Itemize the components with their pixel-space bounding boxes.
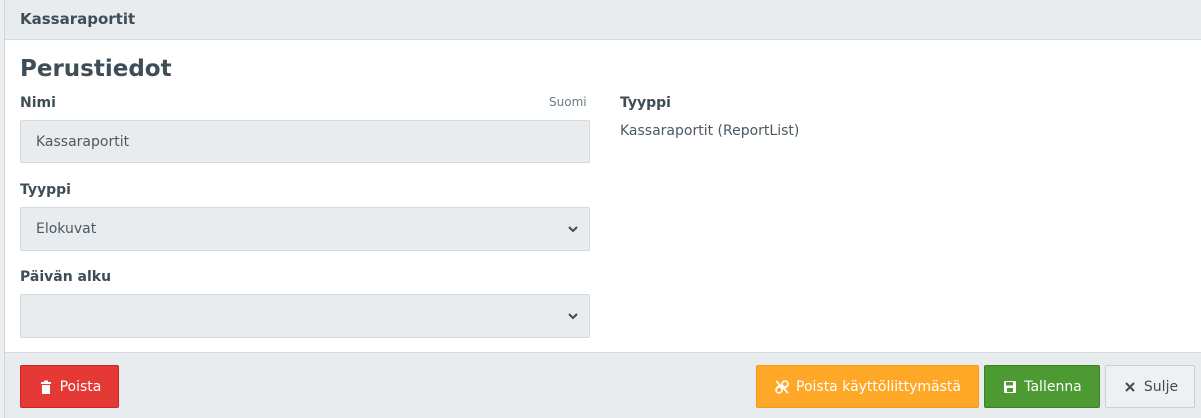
- report-dialog: Kassaraportit Perustiedot Nimi Suomi Kas…: [4, 0, 1201, 418]
- unlink-button-label: Poista käyttöliittymästä: [796, 378, 961, 395]
- name-label: Nimi: [20, 95, 56, 111]
- close-button[interactable]: Sulje: [1105, 365, 1195, 408]
- section-title: Perustiedot: [20, 56, 172, 82]
- language-indicator[interactable]: Suomi: [549, 95, 587, 109]
- floppy-disk-icon: [1004, 380, 1017, 393]
- chevron-down-icon: [568, 226, 578, 233]
- trash-icon: [40, 380, 51, 394]
- day-start-label: Päivän alku: [20, 269, 112, 285]
- chevron-down-icon: [568, 313, 578, 320]
- info-type-value: Kassaraportit (ReportList): [620, 123, 800, 139]
- dialog-title: Kassaraportit: [20, 10, 136, 28]
- dialog-header: Kassaraportit: [5, 0, 1201, 40]
- save-button[interactable]: Tallenna: [984, 365, 1100, 408]
- unlink-icon: [775, 379, 789, 394]
- dialog-footer: Poista Poista käyttöliittymästä Tallenna: [5, 352, 1201, 418]
- close-button-label: Sulje: [1143, 378, 1179, 395]
- name-input[interactable]: Kassaraportit: [20, 120, 590, 163]
- save-button-label: Tallenna: [1024, 378, 1082, 395]
- day-start-select[interactable]: [20, 294, 590, 338]
- info-type-label: Tyyppi: [620, 95, 671, 111]
- delete-button[interactable]: Poista: [20, 365, 119, 408]
- close-icon: [1125, 381, 1135, 392]
- type-select-value: Elokuvat: [36, 221, 97, 237]
- unlink-button[interactable]: Poista käyttöliittymästä: [756, 365, 979, 408]
- type-label: Tyyppi: [20, 182, 71, 198]
- delete-button-label: Poista: [59, 378, 102, 395]
- type-select[interactable]: Elokuvat: [20, 207, 590, 251]
